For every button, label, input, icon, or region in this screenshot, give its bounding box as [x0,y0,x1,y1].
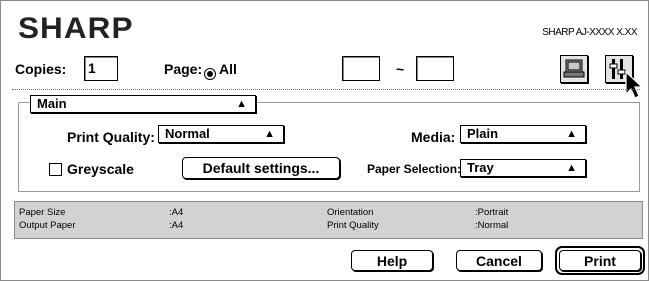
help-button[interactable]: Help [351,250,433,271]
media-select[interactable]: Plain ▲︎ [460,125,586,143]
range-separator: ~ [396,61,405,77]
divider [12,89,640,90]
output-paper-value: :A4 [169,220,184,231]
paper-size-value: :A4 [169,207,184,218]
summary-print-quality-value: :Normal [475,220,509,231]
print-quality-select[interactable]: Normal ▲︎ [158,125,284,143]
page-to-input[interactable] [416,56,454,81]
media-value: Plain [467,126,499,141]
model-name: SHARP AJ-XXXX X.XX [542,27,637,38]
print-button[interactable]: Print [559,250,641,271]
greyscale-checkbox[interactable] [49,163,62,176]
orientation-label: Orientation [327,207,374,218]
updown-arrow-icon: ▲︎ [236,98,247,110]
summary-print-quality-label: Print Quality [327,220,379,231]
paper-size-label: Paper Size [19,207,66,218]
media-label: Media: [411,129,456,145]
output-paper-label: Output Paper [19,220,76,231]
page-from-input[interactable] [342,56,380,81]
paper-selection-value: Tray [467,160,494,175]
copies-value: 1 [88,60,96,76]
orientation-value: :Portrait [475,207,509,218]
tab-select[interactable]: Main ▲︎ [30,95,256,113]
page-all-label: All [219,61,237,77]
cursor-icon [625,70,644,99]
tab-select-value: Main [37,96,67,111]
copies-label: Copies: [15,61,67,77]
paper-selection-select[interactable]: Tray ▲︎ [460,159,586,177]
print-quality-label: Print Quality: [67,129,155,145]
cancel-button[interactable]: Cancel [456,250,542,271]
page-all-radio[interactable] [204,68,216,80]
updown-arrow-icon: ▲︎ [566,162,577,174]
greyscale-label: Greyscale [67,161,134,177]
updown-arrow-icon: ▲︎ [264,128,275,140]
default-settings-button[interactable]: Default settings... [182,157,340,179]
updown-arrow-icon: ▲︎ [566,128,577,140]
copies-input[interactable]: 1 [84,56,118,81]
printer-icon [563,59,585,78]
page-label: Page: [164,61,203,77]
printer-icon-button[interactable] [560,55,588,83]
print-quality-value: Normal [165,126,210,141]
paper-selection-label: Paper Selection: [367,162,462,176]
settings-summary-panel: Paper Size :A4 Output Paper :A4 Orientat… [14,201,643,239]
brand-logo: SHARP [18,12,134,45]
